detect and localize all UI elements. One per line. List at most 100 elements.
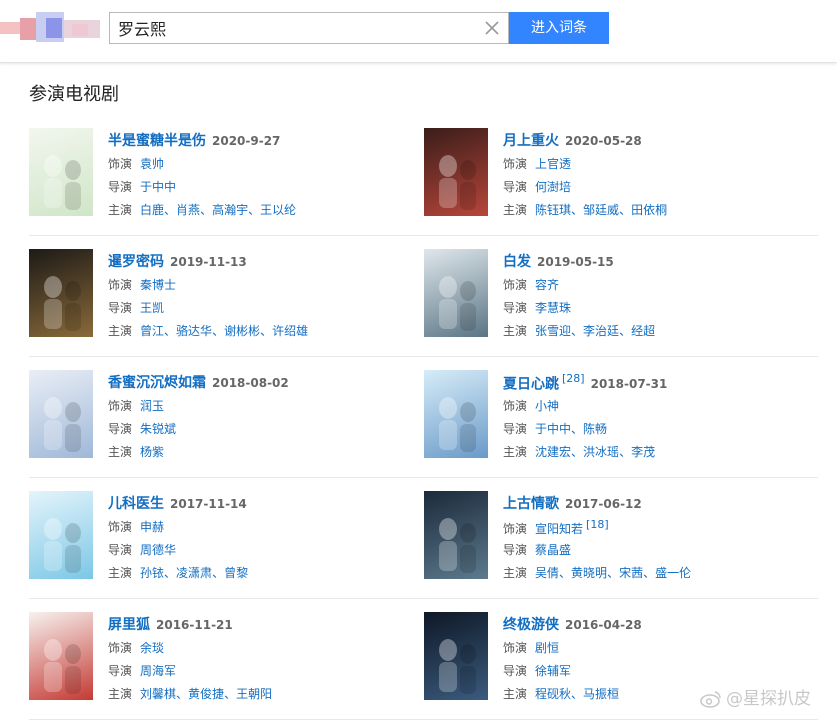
- person-link[interactable]: 周德华: [140, 543, 176, 557]
- person-link[interactable]: 谢彬彬: [224, 324, 260, 338]
- person-link[interactable]: 李茂: [631, 445, 655, 459]
- person-link[interactable]: 王朝阳: [236, 687, 272, 701]
- drama-title-link[interactable]: 暹罗密码: [108, 254, 164, 270]
- person-link[interactable]: 洪冰瑶: [583, 445, 619, 459]
- drama-title-link[interactable]: 半是蜜糖半是伤: [108, 133, 206, 149]
- separator: 、: [200, 203, 213, 217]
- director-row: 导演 何澍培: [503, 178, 571, 195]
- person-link[interactable]: 宋茜: [619, 566, 643, 580]
- person-link[interactable]: 沈建宏: [535, 445, 571, 459]
- search-input[interactable]: [118, 13, 468, 43]
- drama-poster[interactable]: [29, 128, 93, 216]
- role-label: 饰演: [108, 399, 133, 413]
- person-link[interactable]: 蔡晶盛: [535, 543, 571, 557]
- close-icon[interactable]: [484, 20, 500, 36]
- person-link[interactable]: 邹廷威: [583, 203, 619, 217]
- person-link[interactable]: 陈钰琪: [535, 203, 571, 217]
- person-link[interactable]: 李治廷: [583, 324, 619, 338]
- drama-title-link[interactable]: 终极游侠: [503, 617, 559, 633]
- person-link[interactable]: 小神: [535, 399, 559, 413]
- person-link[interactable]: 杨紫: [140, 445, 164, 459]
- role-row: 饰演 秦博士: [108, 276, 176, 293]
- drama-title-link[interactable]: 白发: [503, 254, 531, 270]
- role-label: 饰演: [503, 641, 528, 655]
- drama-title-link[interactable]: 香蜜沉沉烬如霜: [108, 375, 206, 391]
- separator: 、: [571, 445, 584, 459]
- person-link[interactable]: 申赫: [140, 520, 164, 534]
- separator: 、: [571, 422, 584, 436]
- person-link[interactable]: 黄俊捷: [188, 687, 224, 701]
- person-link[interactable]: 宣阳知若: [535, 522, 583, 536]
- citation-link[interactable]: [28]: [562, 372, 585, 385]
- person-link[interactable]: 润玉: [140, 399, 164, 413]
- person-link[interactable]: 马振桓: [583, 687, 619, 701]
- drama-item: 上古情歌 2017-06-12 饰演 宣阳知若 [18] 导演 蔡晶盛 主演 吴倩、黄晓明、宋茜…: [424, 491, 819, 591]
- person-link[interactable]: 徐辅军: [535, 664, 571, 678]
- enter-entry-button[interactable]: 进入词条: [509, 12, 609, 44]
- starring-row: 主演 白鹿、肖燕、高瀚宇、王以纶: [108, 201, 296, 218]
- drama-title-link[interactable]: 夏日心跳: [503, 376, 559, 392]
- role-label: 饰演: [108, 278, 133, 292]
- person-link[interactable]: 于中中: [140, 180, 176, 194]
- person-link[interactable]: 于中中: [535, 422, 571, 436]
- person-link[interactable]: 曾黎: [224, 566, 248, 580]
- drama-title-line: 终极游侠 2016-04-28: [503, 614, 642, 634]
- person-link[interactable]: 凌潇肃: [176, 566, 212, 580]
- person-link[interactable]: 剧恒: [535, 641, 559, 655]
- person-link[interactable]: 王以纶: [260, 203, 296, 217]
- person-link[interactable]: 刘馨棋: [140, 687, 176, 701]
- person-link[interactable]: 曾江: [140, 324, 164, 338]
- drama-title-link[interactable]: 上古情歌: [503, 496, 559, 512]
- release-date: 2016-04-28: [565, 618, 642, 632]
- separator: 、: [212, 324, 225, 338]
- starring-label: 主演: [503, 203, 528, 217]
- drama-item: 月上重火 2020-05-28 饰演 上官透 导演 何澍培 主演 陈钰琪、邹廷威、田依桐: [424, 128, 819, 228]
- person-link[interactable]: 许绍雄: [272, 324, 308, 338]
- person-link[interactable]: 王凯: [140, 301, 164, 315]
- person-link[interactable]: 张雪迎: [535, 324, 571, 338]
- drama-poster[interactable]: [29, 370, 93, 458]
- person-link[interactable]: 余琰: [140, 641, 164, 655]
- row-divider: [29, 356, 818, 357]
- person-link[interactable]: 田依桐: [631, 203, 667, 217]
- person-link[interactable]: 黄晓明: [571, 566, 607, 580]
- person-link[interactable]: 李慧珠: [535, 301, 571, 315]
- person-link[interactable]: 肖燕: [176, 203, 200, 217]
- person-link[interactable]: 盛一伦: [655, 566, 691, 580]
- drama-title-link[interactable]: 月上重火: [503, 133, 559, 149]
- person-link[interactable]: 秦博士: [140, 278, 176, 292]
- drama-poster[interactable]: [29, 249, 93, 337]
- person-link[interactable]: 程砚秋: [535, 687, 571, 701]
- site-logo-pixelated[interactable]: [0, 8, 100, 44]
- person-link[interactable]: 高瀚宇: [212, 203, 248, 217]
- drama-title-link[interactable]: 儿科医生: [108, 496, 164, 512]
- drama-title-link[interactable]: 屏里狐: [108, 617, 150, 633]
- person-link[interactable]: 吴倩: [535, 566, 559, 580]
- person-link[interactable]: 骆达华: [176, 324, 212, 338]
- drama-poster[interactable]: [424, 612, 488, 700]
- person-link[interactable]: 周海军: [140, 664, 176, 678]
- person-link[interactable]: 孙铱: [140, 566, 164, 580]
- drama-poster[interactable]: [424, 370, 488, 458]
- citation-link[interactable]: [18]: [586, 518, 609, 531]
- person-link[interactable]: 容齐: [535, 278, 559, 292]
- person-link[interactable]: 陈畅: [583, 422, 607, 436]
- person-link[interactable]: 袁帅: [140, 157, 164, 171]
- starring-row: 主演 沈建宏、洪冰瑶、李茂: [503, 443, 655, 460]
- person-link[interactable]: 何澍培: [535, 180, 571, 194]
- drama-poster[interactable]: [29, 491, 93, 579]
- person-link[interactable]: 朱锐斌: [140, 422, 176, 436]
- person-link[interactable]: 上官透: [535, 157, 571, 171]
- role-row: 饰演 小神: [503, 397, 559, 414]
- drama-poster[interactable]: [424, 491, 488, 579]
- person-link[interactable]: 经超: [631, 324, 655, 338]
- drama-poster[interactable]: [29, 612, 93, 700]
- director-label: 导演: [108, 422, 133, 436]
- role-label: 饰演: [503, 399, 528, 413]
- drama-poster[interactable]: [424, 249, 488, 337]
- person-link[interactable]: 白鹿: [140, 203, 164, 217]
- director-row: 导演 徐辅军: [503, 662, 571, 679]
- header-bar: 进入词条: [0, 0, 837, 63]
- drama-poster[interactable]: [424, 128, 488, 216]
- separator: 、: [559, 566, 572, 580]
